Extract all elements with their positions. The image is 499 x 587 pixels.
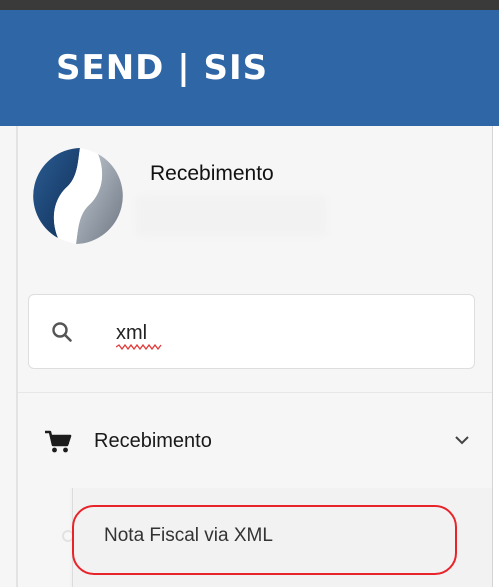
header-bar: SEND | SIS	[0, 10, 499, 126]
brand-title[interactable]: SEND | SIS	[56, 48, 268, 88]
app-screen: SEND | SIS Recebimento xml Recebimento N…	[0, 0, 499, 587]
sidebar-item-label: Recebimento	[94, 430, 212, 452]
spellcheck-underline	[116, 344, 162, 350]
window-top-strip	[0, 0, 499, 10]
profile-name: Recebimento	[150, 162, 274, 185]
sidebar-item-recebimento[interactable]	[18, 410, 492, 474]
chevron-down-icon[interactable]	[454, 434, 470, 446]
company-logo-icon	[33, 148, 123, 244]
search-icon[interactable]	[50, 320, 74, 344]
shopping-cart-icon	[45, 430, 72, 453]
sidebar-border	[492, 126, 493, 587]
profile-subtitle-blurred	[136, 196, 326, 236]
search-input[interactable]	[116, 318, 436, 348]
sidebar-divider	[18, 392, 492, 393]
submenu-item-label: Nota Fiscal via XML	[104, 525, 273, 546]
sidebar-edge	[16, 126, 18, 587]
